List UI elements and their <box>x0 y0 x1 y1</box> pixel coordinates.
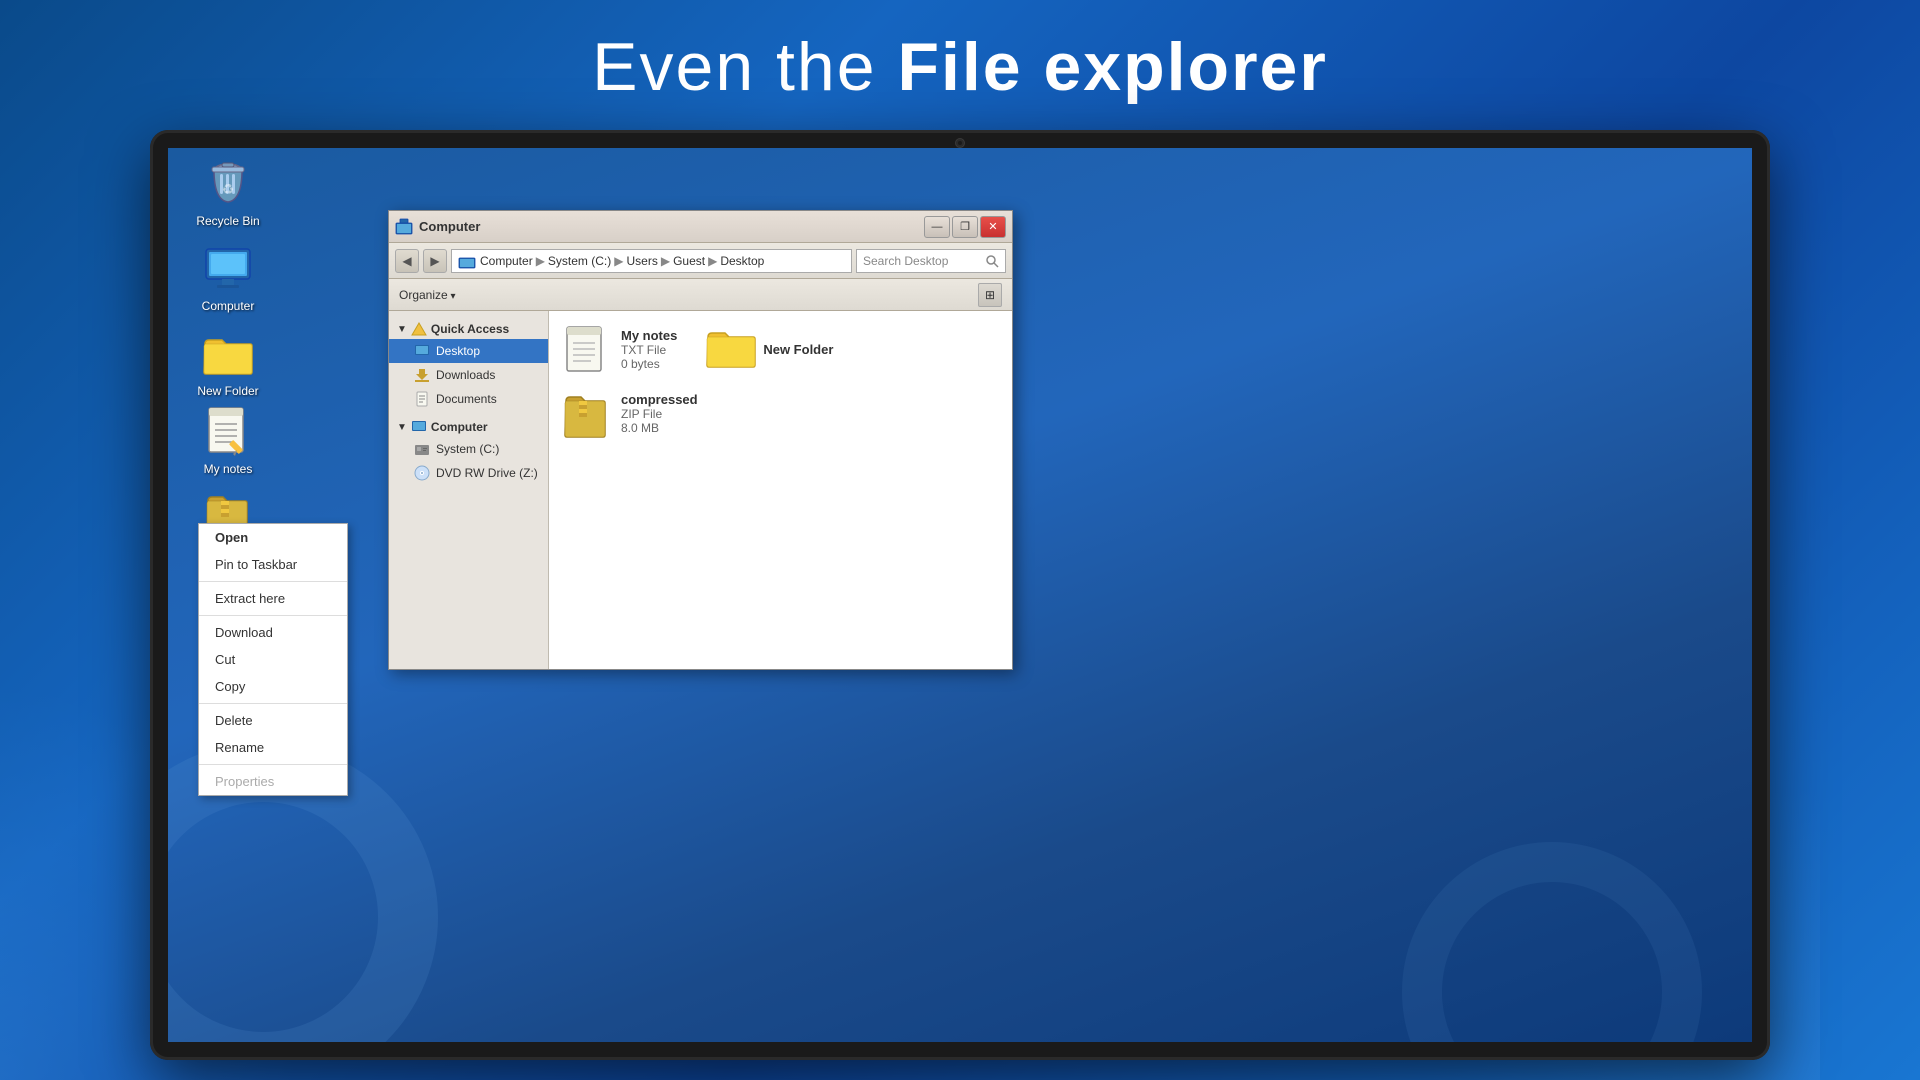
sidebar-computer-label: Computer <box>431 420 488 434</box>
address-bar: ◀ ▶ Computer ▶ System (C:) ▶ Users ▶ Gue… <box>389 243 1012 279</box>
sidebar-item-system-c[interactable]: System (C:) <box>389 437 548 461</box>
screen-swirl-2 <box>1402 842 1702 1042</box>
organize-button[interactable]: Organize <box>399 288 456 302</box>
context-menu-cut[interactable]: Cut <box>199 646 347 673</box>
titlebar-buttons: — ❐ ✕ <box>924 216 1006 238</box>
desktop-icon-recycle-bin[interactable]: ♻ Recycle Bin <box>188 158 268 230</box>
search-icon <box>985 254 999 268</box>
explorer-title: Computer <box>419 219 924 234</box>
context-menu: Open Pin to Taskbar Extract here Downloa… <box>198 523 348 796</box>
breadcrumb-computer: Computer <box>480 254 533 268</box>
sidebar-dvd-icon <box>413 464 431 482</box>
quick-access-label: Quick Access <box>431 322 509 336</box>
camera-dot <box>955 138 965 148</box>
sidebar-system-c-icon <box>413 440 431 458</box>
files-row-1: My notes TXT File 0 bytes <box>559 321 1002 377</box>
content-area: ▼ Quick Access <box>389 311 1012 669</box>
context-menu-rename[interactable]: Rename <box>199 734 347 761</box>
my-notes-file-icon <box>563 325 611 373</box>
heading-bold: File explorer <box>897 29 1327 105</box>
explorer-window-icon <box>395 218 413 236</box>
desktop-icon-computer[interactable]: Computer <box>188 243 268 315</box>
new-folder-file-name: New Folder <box>763 342 833 357</box>
context-menu-download[interactable]: Download <box>199 619 347 646</box>
svg-text:♻: ♻ <box>222 181 235 197</box>
new-folder-label: New Folder <box>197 384 258 400</box>
compressed-info: compressed ZIP File 8.0 MB <box>621 392 698 435</box>
new-folder-icon <box>202 328 254 380</box>
my-notes-info: My notes TXT File 0 bytes <box>621 328 677 371</box>
compressed-file-icon <box>563 389 611 437</box>
quick-access-icon <box>411 322 427 336</box>
breadcrumb-desktop: Desktop <box>720 254 764 268</box>
heading-prefix: Even the <box>592 29 897 105</box>
sidebar-item-dvd[interactable]: DVD RW Drive (Z:) <box>389 461 548 485</box>
breadcrumb-users: Users <box>627 254 658 268</box>
breadcrumb-system-c: System (C:) <box>548 254 611 268</box>
explorer-toolbar: Organize ⊞ <box>389 279 1012 311</box>
back-button[interactable]: ◀ <box>395 249 419 273</box>
explorer-sidebar: ▼ Quick Access <box>389 311 549 669</box>
file-item-new-folder[interactable]: New Folder <box>701 321 837 377</box>
sidebar-item-documents[interactable]: Documents <box>389 387 548 411</box>
desktop-icon-my-notes[interactable]: My notes <box>188 406 268 478</box>
recycle-bin-label: Recycle Bin <box>196 214 259 230</box>
context-menu-sep-4 <box>199 764 347 765</box>
minimize-button[interactable]: — <box>924 216 950 238</box>
new-folder-info: New Folder <box>763 342 833 357</box>
context-menu-extract[interactable]: Extract here <box>199 585 347 612</box>
context-menu-copy[interactable]: Copy <box>199 673 347 700</box>
computer-label: Computer <box>202 299 255 315</box>
monitor-frame: ♻ Recycle Bin Computer <box>150 130 1770 1060</box>
files-row-2: compressed ZIP File 8.0 MB <box>559 385 1002 441</box>
context-menu-sep-2 <box>199 615 347 616</box>
sidebar-desktop-icon <box>413 342 431 360</box>
context-menu-pin-taskbar[interactable]: Pin to Taskbar <box>199 551 347 578</box>
sidebar-dvd-label: DVD RW Drive (Z:) <box>436 466 538 480</box>
my-notes-file-type: TXT File <box>621 343 677 357</box>
explorer-window: Computer — ❐ ✕ ◀ ▶ Computer ▶ <box>388 210 1013 670</box>
compressed-file-name: compressed <box>621 392 698 407</box>
sidebar-item-desktop[interactable]: Desktop <box>389 339 548 363</box>
page-heading: Even the File explorer <box>0 28 1920 106</box>
sidebar-item-downloads[interactable]: Downloads <box>389 363 548 387</box>
breadcrumb-bar[interactable]: Computer ▶ System (C:) ▶ Users ▶ Guest ▶… <box>451 249 852 273</box>
sidebar-documents-icon <box>413 390 431 408</box>
search-placeholder: Search Desktop <box>863 254 981 268</box>
restore-button[interactable]: ❐ <box>952 216 978 238</box>
sidebar-documents-label: Documents <box>436 392 497 406</box>
monitor-screen: ♻ Recycle Bin Computer <box>168 148 1752 1042</box>
sidebar-downloads-label: Downloads <box>436 368 495 382</box>
sidebar-computer-header[interactable]: ▼ Computer <box>389 417 548 437</box>
my-notes-icon <box>202 406 254 458</box>
file-item-my-notes[interactable]: My notes TXT File 0 bytes <box>559 321 681 377</box>
explorer-titlebar: Computer — ❐ ✕ <box>389 211 1012 243</box>
my-notes-label: My notes <box>204 462 253 478</box>
context-menu-delete[interactable]: Delete <box>199 707 347 734</box>
computer-icon <box>202 243 254 295</box>
sidebar-quick-access-header[interactable]: ▼ Quick Access <box>389 319 548 339</box>
my-notes-file-size: 0 bytes <box>621 357 677 371</box>
recycle-bin-icon: ♻ <box>202 158 254 210</box>
view-toggle-button[interactable]: ⊞ <box>978 283 1002 307</box>
forward-button[interactable]: ▶ <box>423 249 447 273</box>
new-folder-file-icon <box>705 325 753 373</box>
breadcrumb-guest: Guest <box>673 254 705 268</box>
sidebar-desktop-label: Desktop <box>436 344 480 358</box>
files-area: My notes TXT File 0 bytes <box>549 311 1012 669</box>
sidebar-computer-icon <box>411 420 427 434</box>
compressed-file-size: 8.0 MB <box>621 421 698 435</box>
sidebar-system-c-label: System (C:) <box>436 442 499 456</box>
sidebar-downloads-icon <box>413 366 431 384</box>
desktop-icon-new-folder[interactable]: New Folder <box>188 328 268 400</box>
close-button[interactable]: ✕ <box>980 216 1006 238</box>
context-menu-sep-3 <box>199 703 347 704</box>
context-menu-properties: Properties <box>199 768 347 795</box>
context-menu-open[interactable]: Open <box>199 524 347 551</box>
file-item-compressed[interactable]: compressed ZIP File 8.0 MB <box>559 385 702 441</box>
my-notes-file-name: My notes <box>621 328 677 343</box>
search-bar[interactable]: Search Desktop <box>856 249 1006 273</box>
context-menu-sep-1 <box>199 581 347 582</box>
compressed-file-type: ZIP File <box>621 407 698 421</box>
